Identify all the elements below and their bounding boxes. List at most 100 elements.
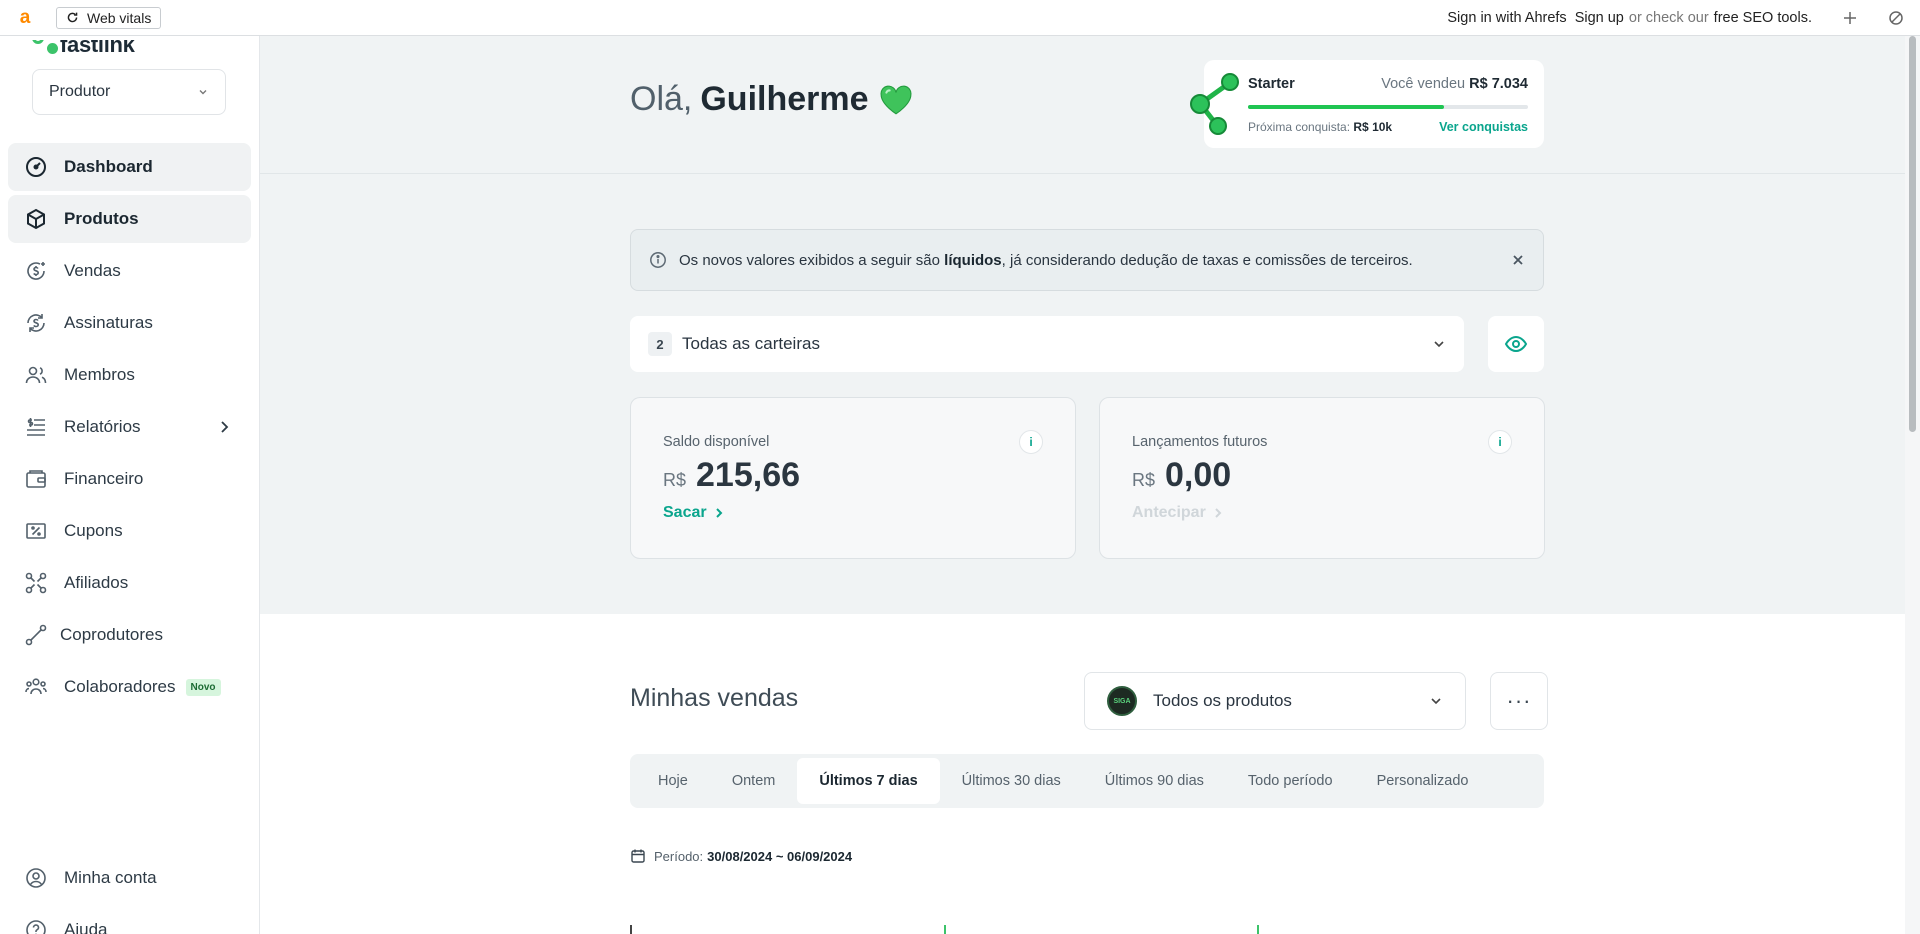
chart-axis-mark [630, 925, 632, 934]
sidebar-item-colaboradores[interactable]: Colaboradores Novo [8, 663, 251, 711]
chevron-right-icon [1215, 508, 1222, 518]
sidebar-item-label: Minha conta [64, 868, 157, 887]
tab-todo-periodo[interactable]: Todo período [1226, 758, 1355, 804]
balance-amount: R$ 215,66 [663, 456, 800, 495]
tab-hoje[interactable]: Hoje [636, 758, 710, 804]
sidebar-item-produtos[interactable]: Produtos [8, 195, 251, 243]
sidebar-item-coprodutores[interactable]: Coprodutores [8, 611, 251, 659]
seo-tools-link[interactable]: free SEO tools. [1714, 10, 1812, 26]
fastlink-logo-icon [30, 40, 60, 60]
users-icon [25, 366, 47, 384]
chevron-down-icon [1431, 698, 1441, 705]
role-select[interactable]: Produtor [32, 69, 226, 115]
sold-summary: Você vendeu R$ 7.034 [1381, 76, 1528, 92]
sidebar-item-label: Financeiro [64, 469, 144, 488]
ahrefs-logo[interactable]: a [14, 7, 36, 29]
coupon-icon [26, 523, 46, 539]
coproducer-icon [25, 624, 47, 646]
more-options-button[interactable]: ··· [1490, 672, 1548, 730]
toggle-visibility-button[interactable] [1488, 316, 1544, 372]
period-display: Período: 30/08/2024 ~ 06/09/2024 [630, 848, 852, 864]
currency-symbol: R$ [1132, 470, 1156, 490]
notice-text-after: , já considerando dedução de taxas e com… [1001, 251, 1413, 269]
subscription-icon [27, 314, 45, 332]
sidebar: fastlink Produtor Dashboard Produtos Ven… [0, 36, 260, 934]
eye-icon [1504, 335, 1528, 353]
team-icon [25, 678, 47, 695]
sidebar-item-cupons[interactable]: Cupons [8, 507, 251, 555]
tab-personalizado[interactable]: Personalizado [1355, 758, 1491, 804]
disable-icon[interactable] [1888, 10, 1904, 26]
anticipate-button[interactable]: Antecipar [1132, 504, 1224, 522]
sidebar-item-relatorios[interactable]: Relatórios [8, 403, 251, 451]
achievement-badge-icon [1190, 73, 1239, 135]
sidebar-item-dashboard[interactable]: Dashboard [8, 143, 251, 191]
available-balance-card: Saldo disponível i R$ 215,66 Sacar [630, 397, 1076, 559]
balance-value: 215,66 [696, 456, 801, 494]
brand-logo[interactable]: fastlink [30, 40, 135, 60]
withdraw-label: Sacar [663, 504, 707, 521]
tab-ultimos-30-dias[interactable]: Últimos 30 dias [940, 758, 1083, 804]
page-scrollbar[interactable] [1905, 36, 1920, 934]
dashboard-header: Olá, Guilherme Starter Você vendeu R$ 7.… [260, 36, 1920, 174]
sales-section-title: Minhas vendas [630, 684, 799, 712]
sold-label: Você vendeu [1381, 76, 1466, 92]
info-icon[interactable]: i [1019, 430, 1043, 454]
sidebar-item-minha-conta[interactable]: Minha conta [8, 854, 251, 902]
greeting-prefix: Olá, [630, 80, 693, 118]
tab-ultimos-7-dias[interactable]: Últimos 7 dias [797, 758, 940, 804]
plus-icon[interactable] [1842, 10, 1858, 26]
tab-ontem[interactable]: Ontem [710, 758, 798, 804]
calendar-icon [631, 849, 645, 863]
sold-value: R$ 7.034 [1469, 76, 1528, 92]
sidebar-item-membros[interactable]: Membros [8, 351, 251, 399]
level-progress-bar [1248, 105, 1528, 109]
sidebar-item-assinaturas[interactable]: Assinaturas [8, 299, 251, 347]
view-achievements-link[interactable]: Ver conquistas [1439, 120, 1528, 134]
sidebar-item-vendas[interactable]: Vendas [8, 247, 251, 295]
chart-axis-mark [944, 925, 946, 934]
scrollbar-thumb[interactable] [1909, 36, 1916, 432]
tab-ultimos-90-dias[interactable]: Últimos 90 dias [1083, 758, 1226, 804]
or-check-text: or check our [1628, 9, 1709, 26]
info-icon[interactable]: i [1488, 430, 1512, 454]
chart-axis-mark [1257, 925, 1259, 934]
refresh-icon [67, 12, 78, 23]
notice-bold: líquidos [944, 251, 1002, 269]
sidebar-bottom-nav: Minha conta Ajuda [8, 854, 251, 934]
sidebar-item-label: Assinaturas [64, 313, 153, 332]
web-vitals-button[interactable]: Web vitals [56, 6, 162, 29]
info-notice: Os novos valores exibidos a seguir são l… [630, 229, 1544, 291]
sidebar-item-label: Coprodutores [60, 625, 164, 644]
close-icon[interactable] [1511, 253, 1525, 267]
sidebar-item-financeiro[interactable]: Financeiro [8, 455, 251, 503]
wallet-select[interactable]: 2 Todas as carteiras [630, 316, 1464, 372]
sidebar-item-label: Relatórios [64, 417, 141, 436]
balance-amount: R$ 0,00 [1132, 456, 1231, 495]
chevron-down-icon [199, 90, 207, 95]
period-tabs: Hoje Ontem Últimos 7 dias Últimos 30 dia… [630, 754, 1544, 808]
sales-chart-top [630, 925, 1544, 934]
wallet-select-value: Todas as carteiras [682, 334, 820, 353]
wallet-icon [26, 470, 46, 488]
product-filter-value: Todos os produtos [1153, 691, 1292, 710]
sidebar-item-afiliados[interactable]: Afiliados [8, 559, 251, 607]
achievement-card[interactable]: Starter Você vendeu R$ 7.034 Próxima con… [1190, 60, 1544, 148]
sidebar-item-label: Produtos [64, 209, 139, 228]
dollar-cycle-icon [27, 262, 45, 280]
balance-label: Saldo disponível [663, 434, 770, 450]
future-releases-card: Lançamentos futuros i R$ 0,00 Antecipar [1099, 397, 1545, 559]
sidebar-item-label: Membros [64, 365, 135, 384]
main-content: Olá, Guilherme Starter Você vendeu R$ 7.… [260, 36, 1920, 934]
sign-in-link[interactable]: Sign in with Ahrefs [1447, 10, 1566, 26]
sign-up-link[interactable]: Sign up [1575, 10, 1624, 26]
help-icon [26, 920, 46, 934]
sidebar-item-ajuda[interactable]: Ajuda [8, 906, 251, 934]
next-achievement: Próxima conquista: R$ 10k [1248, 120, 1392, 134]
product-thumbnail: SIGA [1107, 686, 1137, 716]
role-select-value: Produtor [49, 83, 111, 100]
withdraw-button[interactable]: Sacar [663, 504, 725, 522]
sidebar-item-label: Cupons [64, 521, 123, 540]
next-value: R$ 10k [1353, 120, 1393, 134]
product-filter-select[interactable]: SIGA Todos os produtos [1084, 672, 1466, 730]
